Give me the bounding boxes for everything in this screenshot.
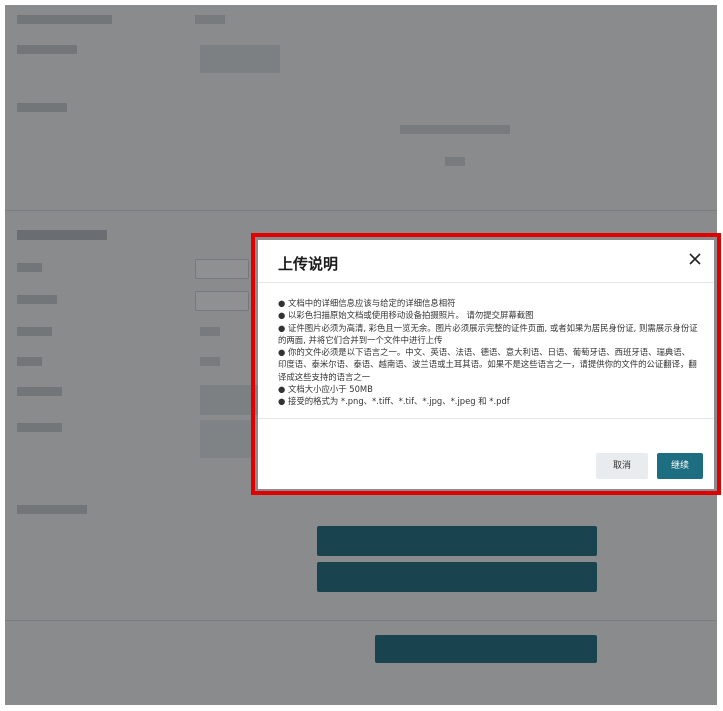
instruction-item: ● 证件图片必须为高清, 彩色且一览无余。图片必须展示完整的证件页面, 或者如果… xyxy=(278,322,698,345)
instruction-item: ● 以彩色扫描原始文档或使用移动设备拍摄照片。 请勿提交屏幕截图 xyxy=(278,310,534,321)
dialog-divider xyxy=(258,282,714,283)
instruction-item: ● 你的文件必须是以下语言之一。中文、英语、法语、德语、意大利语、日语、葡萄牙语… xyxy=(278,347,697,382)
upload-instructions-dialog: 上传说明 ● 文档中的详细信息应该与给定的详细信息相符 ● 以彩色扫描原始文档或… xyxy=(258,240,714,489)
cancel-button[interactable]: 取消 xyxy=(596,453,648,479)
instruction-item: ● 文档大小应小于 50MB xyxy=(278,384,373,395)
instructions-list: ● 文档中的详细信息应该与给定的详细信息相符 ● 以彩色扫描原始文档或使用移动设… xyxy=(278,297,698,408)
continue-button[interactable]: 继续 xyxy=(657,453,703,479)
dialog-footer-divider xyxy=(258,418,714,419)
screenshot-frame: 上传说明 ● 文档中的详细信息应该与给定的详细信息相符 ● 以彩色扫描原始文档或… xyxy=(0,0,723,711)
instruction-item: ● 文档中的详细信息应该与给定的详细信息相符 xyxy=(278,298,456,308)
instruction-item: ● 接受的格式为 *.png、*.tiff、*.tif、*.jpg、*.jpeg… xyxy=(278,396,510,407)
dialog-title: 上传说明 xyxy=(278,255,339,273)
close-icon[interactable] xyxy=(686,250,704,268)
